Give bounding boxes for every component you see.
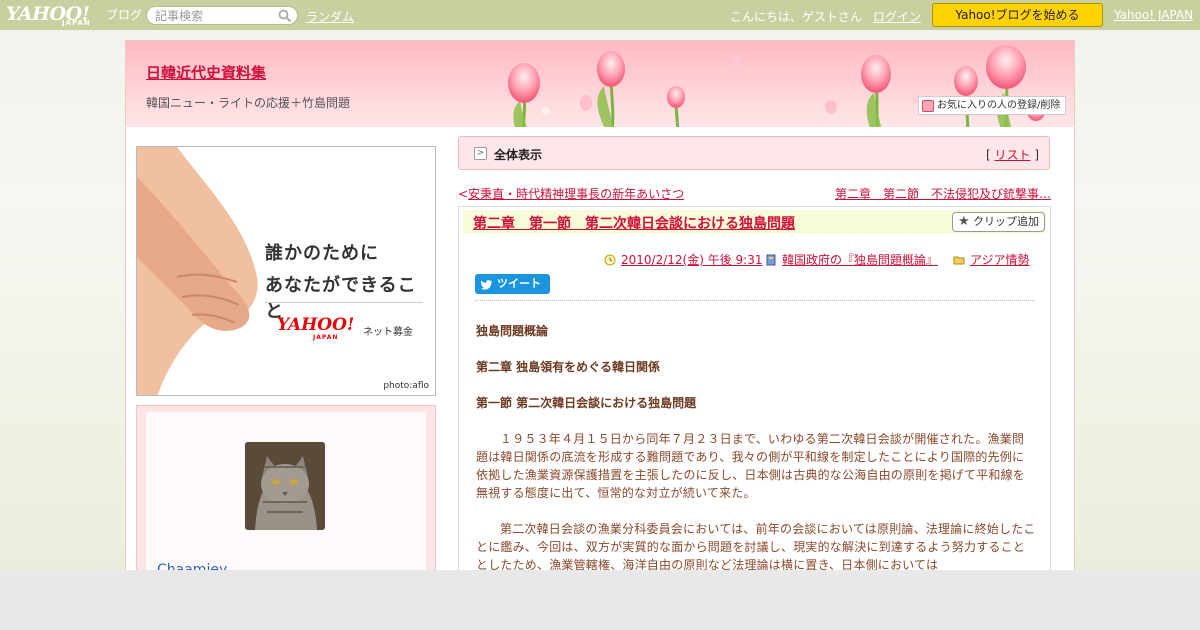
prev-article-link[interactable]: <安秉直・時代精神理事長の新年あいさつ: [458, 185, 684, 202]
tweet-button[interactable]: ツイート: [475, 274, 550, 294]
page-viewport: YAHOO! JAPAN ブログ ランダム こんにちは、ゲストさん ログイン Y…: [0, 0, 1200, 570]
entry-header: 第二章 第一節 第二次韓日会談における独島問題 ★ クリップ追加: [463, 210, 1046, 234]
avatar[interactable]: [245, 442, 325, 530]
clock-icon: [604, 254, 616, 266]
entry-folder-link[interactable]: アジア情勢: [953, 251, 1030, 268]
search-box: [146, 6, 298, 25]
entry-body: 独島問題概論 第二章 独島領有をめぐる韓日関係 第一節 第二次韓日会談における独…: [476, 322, 1036, 570]
favorite-register-button[interactable]: お気に入りの人の登録/削除: [918, 96, 1066, 115]
banner-divider: [265, 302, 423, 303]
view-mode-bar: > 全体表示 [ リスト ]: [458, 136, 1050, 170]
entry-paragraph-1: １９５３年４月１５日から同年７月２３日まで、いわゆる第二次韓日会談が開催された。…: [476, 432, 1026, 500]
entry-separator: [475, 300, 1035, 301]
search-icon[interactable]: [278, 9, 292, 23]
greeting-text: こんにちは、ゲストさん: [730, 10, 863, 24]
search-input[interactable]: [155, 8, 275, 23]
login-link[interactable]: ログイン: [873, 8, 921, 25]
banner-yahoo-japan: JAPAN: [313, 334, 339, 341]
handshake-illustration: [137, 147, 258, 395]
entry-date: 2010/2/12(金) 午後 9:31: [621, 253, 763, 267]
entry-category-link[interactable]: 韓国政府の『独島問題概論』: [765, 251, 938, 268]
entry-category: 韓国政府の『独島問題概論』: [782, 253, 939, 267]
clip-add-button[interactable]: ★ クリップ追加: [952, 212, 1045, 232]
clip-button-label: クリップ追加: [973, 215, 1039, 228]
favorite-icon: [922, 100, 934, 112]
list-open-bracket: [: [985, 148, 991, 162]
tweet-label: ツイート: [497, 277, 541, 290]
banner-line1: 誰かのために: [265, 243, 379, 264]
favorite-button-label: お気に入りの人の登録/削除: [937, 100, 1061, 111]
blog-header: 日韓近代史資料集 韓国ニュー・ライトの応援＋竹島問題 お気に入りの人の登録/削除: [126, 41, 1074, 127]
logo-japan-text: JAPAN: [62, 19, 91, 27]
entry-heading-1: 独島問題概論: [476, 324, 549, 338]
top-bar: YAHOO! JAPAN ブログ ランダム こんにちは、ゲストさん ログイン Y…: [0, 0, 1200, 30]
book-icon: [766, 254, 776, 266]
blog-description: 韓国ニュー・ライトの応援＋竹島問題: [146, 96, 351, 110]
list-link[interactable]: リスト: [994, 148, 1030, 162]
start-blog-button[interactable]: Yahoo!ブログを始める: [932, 3, 1103, 27]
entry-title-link[interactable]: 第二章 第一節 第二次韓日会談における独島問題: [473, 213, 795, 233]
banner-photo-credit: photo:aflo: [383, 381, 429, 391]
next-article-title: 第二章 第二節 不法侵犯及び銃撃事…: [834, 187, 1051, 201]
random-link[interactable]: ランダム: [306, 8, 354, 25]
entry-paragraph-2: 第二次韓日会談の漁業分科委員会においては、前年の会談においては原則論、法理論に終…: [476, 522, 1036, 570]
yahoo-blog-logo[interactable]: YAHOO! JAPAN ブログ: [6, 3, 142, 27]
entry-heading-2: 第二章 独島領有をめぐる韓日関係: [476, 360, 660, 374]
charity-banner-ad[interactable]: 誰かのために あなたができること YAHOO! JAPAN ネット募金 phot…: [136, 146, 436, 396]
blog-entry: 第二章 第一節 第二次韓日会談における独島問題 ★ クリップ追加 2010/2/…: [458, 206, 1051, 570]
profile-inner: Chaamiey: [146, 412, 426, 570]
profile-box: Chaamiey: [136, 405, 436, 570]
star-icon: ★: [958, 214, 970, 229]
yahoo-japan-link[interactable]: Yahoo! JAPAN: [1114, 8, 1193, 22]
banner-net-donation: ネット募金: [363, 327, 413, 338]
arrow-right-icon: >: [474, 147, 487, 160]
view-all-label: 全体表示: [494, 148, 543, 162]
list-close-bracket: ]: [1034, 148, 1039, 162]
entry-folder: アジア情勢: [970, 253, 1030, 267]
entry-heading-3: 第一節 第二次韓日会談における独島問題: [476, 396, 697, 410]
prev-arrow: <: [458, 187, 469, 201]
blog-container: 日韓近代史資料集 韓国ニュー・ライトの応援＋竹島問題 お気に入りの人の登録/削除…: [125, 40, 1075, 570]
logo-blog-text: ブログ: [106, 8, 143, 22]
twitter-bird-icon: [481, 280, 492, 290]
profile-username[interactable]: Chaamiey: [157, 562, 227, 570]
list-link-wrapper: [ リスト ]: [986, 146, 1039, 163]
blog-title-link[interactable]: 日韓近代史資料集: [146, 62, 266, 83]
folder-icon: [953, 256, 965, 265]
banner-yahoo-logo: YAHOO!: [277, 315, 355, 335]
prev-article-title: 安秉直・時代精神理事長の新年あいさつ: [468, 187, 685, 201]
entry-date-link[interactable]: 2010/2/12(金) 午後 9:31: [604, 251, 762, 268]
